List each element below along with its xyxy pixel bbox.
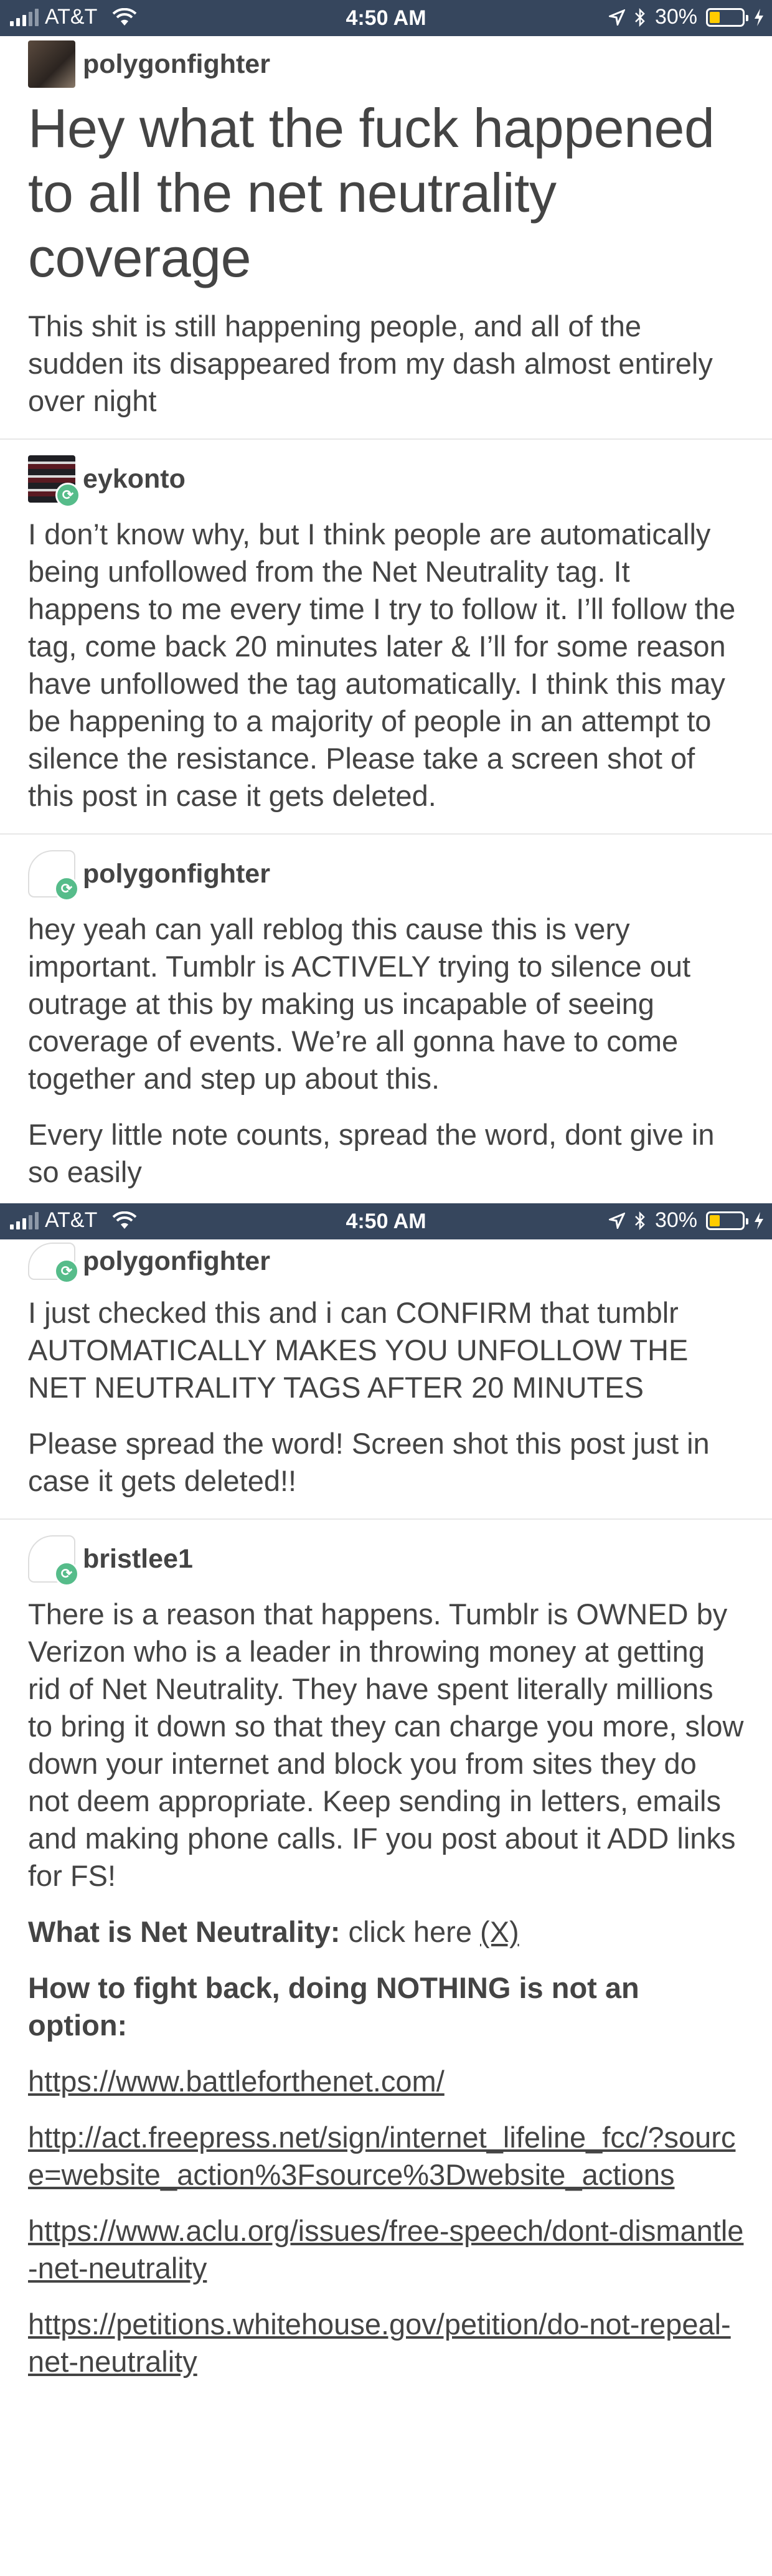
blog-name[interactable]: polygonfighter <box>83 859 270 889</box>
blog-name[interactable]: polygonfighter <box>83 1246 270 1277</box>
post-title: Hey what the fuck happened to all the ne… <box>28 97 715 288</box>
reblog-icon: ⟳ <box>55 483 80 508</box>
battleforthenet-link[interactable]: https://www.battleforthenet.com/ <box>28 2065 445 2098</box>
battery-percent: 30% <box>654 5 697 29</box>
reblog-entry: ⟳ polygonfighter hey yeah can yall reblo… <box>0 835 772 1191</box>
avatar[interactable]: ⟳ <box>28 1535 79 1586</box>
how-to-fight-heading: How to fight back, doing NOTHING is not … <box>28 1971 639 2042</box>
whitehouse-petition-link[interactable]: https://petitions.whitehouse.gov/petitio… <box>28 2308 731 2378</box>
charging-bolt-icon <box>755 1211 763 1229</box>
reblog-text: Please spread the word! Screen shot this… <box>28 1427 710 1497</box>
what-is-link[interactable]: (X) <box>480 1915 519 1948</box>
reblog-header: ⟳ polygonfighter <box>28 846 744 902</box>
reblog-icon: ⟳ <box>54 1259 79 1284</box>
reblog-header: ⟳ polygonfighter <box>28 1239 744 1284</box>
avatar[interactable]: ⟳ <box>28 850 79 901</box>
battery-percent: 30% <box>654 1208 697 1232</box>
link-item: http://act.freepress.net/sign/internet_l… <box>28 2119 744 2194</box>
bluetooth-icon <box>635 1211 645 1230</box>
freepress-link[interactable]: http://act.freepress.net/sign/internet_l… <box>28 2121 735 2191</box>
battery-icon <box>706 7 748 27</box>
avatar[interactable]: ⟳ <box>28 455 80 508</box>
charging-bolt-icon <box>755 8 763 26</box>
aclu-link[interactable]: https://www.aclu.org/issues/free-speech/… <box>28 2214 743 2285</box>
battery-icon <box>706 1211 748 1230</box>
status-bar: AT&T 4:50 AM 30% <box>0 0 772 36</box>
post-body: This shit is still happening people, and… <box>28 310 713 417</box>
what-is-text: click here <box>340 1915 481 1948</box>
reblog-entry: ⟳ polygonfighter I just checked this and… <box>0 1239 772 1500</box>
location-arrow-icon <box>608 1212 625 1229</box>
reblog-text: I don’t know why, but I think people are… <box>28 518 736 812</box>
post-header: polygonfighter <box>28 36 744 92</box>
bluetooth-icon <box>635 7 645 27</box>
status-bar: AT&T 4:50 AM 30% <box>0 1203 772 1239</box>
blog-name[interactable]: polygonfighter <box>83 49 270 80</box>
link-item: https://www.battleforthenet.com/ <box>28 2063 744 2100</box>
blog-name[interactable]: bristlee1 <box>83 1544 193 1574</box>
what-is-net-neutrality: What is Net Neutrality: click here (X) <box>28 1913 744 1951</box>
reblog-text: Every little note counts, spread the wor… <box>28 1118 715 1188</box>
reblog-entry: ⟳ eykonto I don’t know why, but I think … <box>0 440 772 815</box>
blog-name[interactable]: eykonto <box>83 464 186 495</box>
reblog-icon: ⟳ <box>54 1561 79 1586</box>
link-item: https://www.aclu.org/issues/free-speech/… <box>28 2212 744 2287</box>
what-is-label: What is Net Neutrality: <box>28 1915 341 1948</box>
reblog-text: I just checked this and i can CONFIRM th… <box>28 1296 689 1404</box>
link-item: https://petitions.whitehouse.gov/petitio… <box>28 2306 744 2380</box>
location-arrow-icon <box>608 9 625 26</box>
reblog-icon: ⟳ <box>54 876 79 901</box>
reblog-text: hey yeah can yall reblog this cause this… <box>28 912 691 1095</box>
avatar[interactable] <box>28 40 75 88</box>
avatar[interactable]: ⟳ <box>28 1243 79 1284</box>
reblog-entry: ⟳ bristlee1 There is a reason that happe… <box>0 1520 772 2380</box>
reblog-header: ⟳ bristlee1 <box>28 1531 744 1587</box>
reblog-header: ⟳ eykonto <box>28 451 744 508</box>
reblog-text: There is a reason that happens. Tumblr i… <box>28 1598 744 1892</box>
original-post: polygonfighter Hey what the fuck happene… <box>0 36 772 420</box>
